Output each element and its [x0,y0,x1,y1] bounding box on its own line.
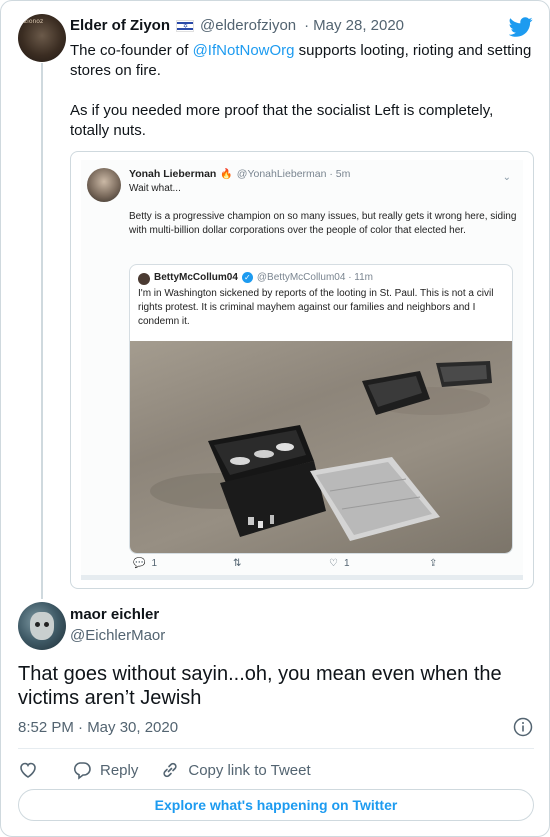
author-name[interactable]: Elder of Ziyon [70,17,170,34]
quoted-author-name: Yonah Lieberman [129,168,217,180]
quoted-tweet: Yonah Lieberman 🔥 @YonahLieberman · 5m ⌄… [81,160,523,580]
reply-button[interactable]: Reply [72,760,138,780]
inner-author-name: BettyMcCollum04 [154,272,238,283]
reply-timestamp[interactable]: 8:52 PM · May 30, 2020 [18,719,178,736]
link-icon [163,762,177,778]
divider [18,748,534,749]
quoted-share: ⇪ [429,558,437,569]
photo-illustration [150,361,492,541]
avatar-eye [44,622,49,627]
quoted-footer-bar [81,575,523,580]
reply-icon: 💬 [133,558,146,569]
fire-icon: 🔥 [220,168,233,180]
quoted-reply-count: 1 [151,558,158,569]
verified-icon: ✓ [241,272,253,283]
tweet-text-para2: As if you needed more proof that the soc… [70,102,494,139]
inner-text: I'm in Washington sickened by reports of… [138,288,494,327]
quoted-handle: @YonahLieberman · 5m [236,168,351,180]
author-avatar[interactable]: zionoz [18,14,66,62]
looted-drawers-photo [130,341,512,553]
heart-icon: ♡ [329,558,338,569]
avatar-label: zionoz [24,18,44,25]
mention-link[interactable]: @IfNotNowOrg [193,42,295,59]
reply-icon [73,762,91,780]
author-handle[interactable]: @elderofziyon [200,17,296,34]
israel-flag-icon: ✡ [176,19,195,32]
twitter-bird-icon[interactable] [509,15,533,39]
explore-twitter-button[interactable]: Explore what's happening on Twitter [18,789,534,821]
quoted-like-count: 1 [343,558,350,569]
inner-author-avatar [138,273,150,285]
tweet-body: The co-founder of @IfNotNowOrg supports … [70,41,535,161]
quoted-retweet: ⇅ [233,558,241,569]
copy-link-button[interactable]: Copy link to Tweet [160,760,311,780]
quoted-body: Wait what... Betty is a progressive cham… [129,182,519,252]
share-icon: ⇪ [429,558,438,569]
info-icon[interactable] [513,717,533,737]
inner-quoted-tweet: BettyMcCollum04 ✓ @BettyMcCollum04 · 11m… [129,264,513,554]
avatar-eye [35,622,40,627]
reply-author-handle[interactable]: @EichlerMaor [70,627,165,644]
quoted-reply: 💬 1 [133,558,157,569]
copy-link-label: Copy link to Tweet [188,761,311,779]
quoted-line2: Betty is a progressive champion on so ma… [129,211,517,236]
quoted-author-avatar [87,168,121,202]
reply-author-name[interactable]: maor eichler [70,606,159,623]
quoted-line1: Wait what... [129,183,181,194]
reply-actions: Reply Copy link to Tweet [18,760,311,780]
reply-body: That goes without sayin...oh, you mean e… [18,663,502,709]
quoted-header: Yonah Lieberman 🔥 @YonahLieberman · 5m [129,168,350,180]
quoted-like: ♡ 1 [329,558,350,569]
embedded-screenshot[interactable]: Yonah Lieberman 🔥 @YonahLieberman · 5m ⌄… [70,151,534,589]
inner-handle: @BettyMcCollum04 · 11m [256,272,374,283]
reply-label: Reply [100,761,139,779]
embedded-tweet-card: zionoz Elder of Ziyon ✡ @elderofziyon · … [0,0,550,837]
separator: · [304,17,310,34]
tweet-text-prefix: The co-founder of [70,42,193,59]
tweet-header: Elder of Ziyon ✡ @elderofziyon · May 28,… [70,17,404,34]
retweet-icon: ⇅ [233,558,242,569]
thread-connector [41,63,43,599]
dog-avatar-face [30,612,54,640]
tweet-date[interactable]: May 28, 2020 [313,17,404,34]
inner-header: BettyMcCollum04 ✓ @BettyMcCollum04 · 11m [154,272,373,283]
like-heart-icon[interactable] [18,760,38,780]
reply-author-avatar[interactable] [18,602,66,650]
